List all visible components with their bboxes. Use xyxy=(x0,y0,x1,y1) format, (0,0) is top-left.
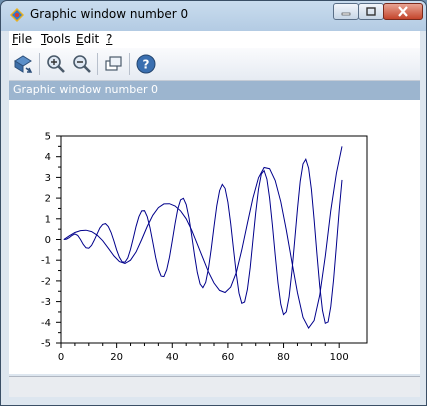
menu-help[interactable]: ? xyxy=(106,32,112,46)
y-tick-label: 2 xyxy=(45,194,51,205)
x-tick-label: 100 xyxy=(330,352,349,363)
graphic-window: Graphic window number 0 File Tools Edit … xyxy=(0,0,427,406)
y-tick-label: -2 xyxy=(41,276,51,287)
toolbar-separator xyxy=(97,53,98,75)
x-tick-label: 40 xyxy=(166,352,179,363)
minimize-icon xyxy=(341,12,351,15)
title-bar[interactable]: Graphic window number 0 xyxy=(1,1,426,29)
x-tick-label: 80 xyxy=(277,352,290,363)
series-line-1 xyxy=(63,157,343,325)
help-icon[interactable]: ? xyxy=(135,53,157,75)
x-tick-label: 60 xyxy=(222,352,235,363)
toolbar-separator xyxy=(129,53,130,75)
scilab-app-icon xyxy=(10,8,24,22)
select-figure-icon[interactable] xyxy=(103,53,125,75)
plot-frame xyxy=(60,135,368,344)
chart-series xyxy=(63,146,343,330)
menu-file-rest: ile xyxy=(18,32,33,46)
y-tick-label: 0 xyxy=(45,235,51,246)
figure-header-label: Graphic window number 0 xyxy=(13,83,158,96)
maximize-button[interactable] xyxy=(358,3,384,20)
menu-tools-rest: ools xyxy=(46,32,71,46)
close-button[interactable] xyxy=(383,3,423,20)
x-tick-label: 20 xyxy=(110,352,123,363)
line-chart[interactable]: 0 20 40 60 80 100 -5 -4 -3 -2 -1 0 1 2 3 4 5 xyxy=(9,100,420,374)
rotate-2d-3d-icon[interactable] xyxy=(12,53,34,75)
menu-file[interactable]: File xyxy=(12,32,32,46)
maximize-icon xyxy=(366,7,376,16)
y-tick-label: 1 xyxy=(45,214,51,225)
y-tick-label: -1 xyxy=(41,256,51,267)
close-icon xyxy=(398,6,408,17)
menu-edit-rest: dit xyxy=(83,32,100,46)
y-tick-label: -3 xyxy=(41,297,51,308)
svg-text:?: ? xyxy=(143,58,150,72)
unzoom-icon[interactable] xyxy=(71,53,93,75)
figure-header: Graphic window number 0 xyxy=(9,81,420,100)
menu-edit[interactable]: Edit xyxy=(76,32,99,46)
status-bar xyxy=(9,376,420,397)
y-tick-label: 3 xyxy=(45,173,51,184)
x-tick-label: 0 xyxy=(58,352,64,363)
menu-edit-mnemonic: E xyxy=(76,32,84,46)
menu-bar: File Tools Edit ? xyxy=(9,31,420,48)
toolbar-separator xyxy=(39,53,40,75)
y-tick-label: 5 xyxy=(45,132,51,143)
toolbar: ? xyxy=(9,48,420,81)
plot-canvas[interactable]: 0 20 40 60 80 100 -5 -4 -3 -2 -1 0 1 2 3 4 5 xyxy=(9,100,420,374)
series-line-2 xyxy=(63,146,343,330)
menu-tools[interactable]: Tools xyxy=(41,32,71,46)
window-title: Graphic window number 0 xyxy=(30,7,189,21)
y-tick-label: 4 xyxy=(45,152,51,163)
menu-help-label: ? xyxy=(106,32,113,46)
zoom-icon[interactable] xyxy=(45,53,67,75)
y-tick-label: -5 xyxy=(41,339,51,350)
minimize-button[interactable] xyxy=(333,3,359,20)
y-tick-label: -4 xyxy=(41,318,51,329)
